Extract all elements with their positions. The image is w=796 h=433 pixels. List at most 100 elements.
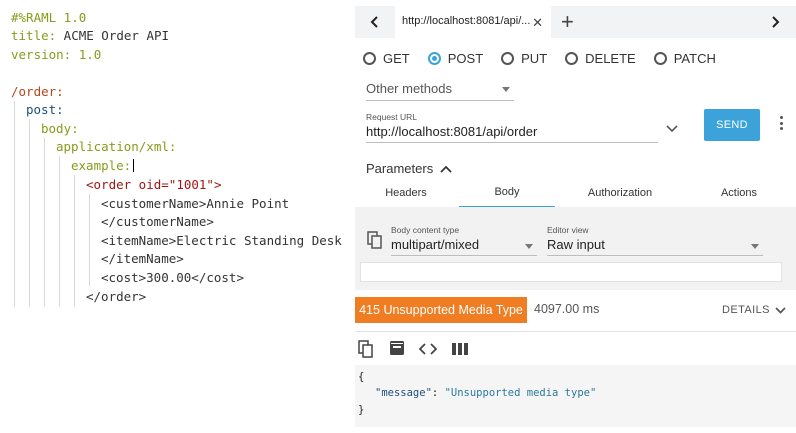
xml-tag: <order [86, 177, 132, 192]
save-icon[interactable] [389, 340, 405, 361]
xml-attr: oid= [131, 177, 169, 192]
method-label: GET [383, 50, 410, 66]
method-delete[interactable]: DELETE [565, 51, 636, 66]
forward-button[interactable] [757, 6, 793, 38]
resource-line: /order: [11, 84, 64, 99]
editor-view-label: Editor view [547, 225, 589, 235]
parameter-tabs: Headers Body Authorization Actions [355, 178, 796, 208]
chevron-up-icon [440, 165, 452, 173]
title-line: title: ACME Order API [11, 27, 169, 45]
radio-button [363, 51, 376, 65]
xml-line: </customerName> [101, 214, 214, 229]
tab-actions[interactable]: Actions [685, 178, 793, 208]
body-line: body: [41, 121, 79, 136]
title-value: ACME Order API [56, 28, 170, 43]
browser-tab[interactable]: http://localhost:8081/api/... ✕ [395, 6, 551, 38]
close-icon[interactable]: ✕ [532, 15, 543, 31]
details-toggle[interactable]: DETAILS [722, 304, 786, 316]
method-label: DELETE [585, 50, 636, 66]
body-editor-area: Body content type multipart/mixed Editor… [355, 207, 796, 290]
xml-line: <customerName>Annie Point [101, 196, 290, 211]
method-label: PUT [521, 50, 548, 66]
status-badge: 415 Unsupported Media Type [355, 297, 527, 323]
editor-view-select[interactable]: Raw input [547, 237, 763, 256]
method-get[interactable]: GET [363, 51, 410, 66]
raml-version-line: #%RAML 1.0 [11, 10, 87, 25]
columns-icon[interactable] [452, 342, 468, 360]
raw-body-input[interactable] [360, 262, 782, 282]
raml-editor[interactable]: #%RAML 1.0 title: ACME Order API version… [0, 0, 352, 433]
copy-icon[interactable] [358, 340, 374, 363]
text-cursor [133, 159, 135, 172]
chevron-down-icon[interactable] [666, 120, 678, 138]
code-icon[interactable] [418, 342, 438, 360]
more-options-icon[interactable] [780, 116, 786, 133]
indent-guide [89, 194, 90, 286]
dropdown-label: Other methods [366, 81, 452, 96]
indent-guide [59, 156, 60, 307]
tab-authorization[interactable]: Authorization [565, 178, 675, 208]
dropdown-arrow-icon [502, 87, 510, 92]
indent-guide [14, 101, 15, 307]
radio-button [565, 51, 579, 65]
method-label: POST [447, 50, 484, 66]
chevron-left-icon [370, 16, 378, 28]
xml-line: </order> [86, 289, 147, 304]
rest-client-panel: http://localhost:8081/api/... ✕ + GET PO… [355, 0, 796, 433]
select-value: Raw input [547, 237, 605, 252]
json-key: "message" [375, 387, 432, 399]
method-label: PATCH [673, 50, 716, 66]
method-post[interactable]: POST [427, 50, 484, 66]
response-time: 4097.00 ms [534, 302, 600, 316]
tab-headers[interactable]: Headers [355, 178, 457, 208]
radio-button [653, 51, 667, 65]
indent-guide [74, 175, 75, 307]
other-methods-dropdown[interactable]: Other methods [366, 81, 514, 101]
indent-guide [44, 138, 45, 307]
back-button[interactable] [357, 6, 393, 38]
post-line: post: [26, 102, 64, 117]
tab-title: http://localhost:8081/api/... [402, 15, 531, 27]
request-url-label: Request URL [366, 112, 418, 122]
json-value: "Unsupported media type" [444, 387, 597, 399]
details-label: DETAILS [722, 304, 770, 316]
chevron-right-icon [772, 16, 780, 28]
method-patch[interactable]: PATCH [653, 50, 716, 66]
example-key: example: [71, 158, 132, 173]
xml-attr-value: "1001"> [168, 177, 222, 192]
parameters-label: Parameters [366, 161, 434, 176]
body-content-type-label: Body content type [391, 225, 460, 235]
xml-line: <cost>300.00</cost> [101, 270, 244, 285]
chevron-down-icon [775, 306, 786, 314]
new-tab-button[interactable]: + [561, 9, 574, 35]
dropdown-arrow-icon [525, 244, 533, 249]
version-key: version: [11, 47, 72, 62]
xml-line: </itemName> [101, 251, 184, 266]
version-line: version: 1.0 [11, 46, 101, 64]
body-content-type-select[interactable]: multipart/mixed [391, 237, 537, 256]
media-type-line: application/xml: [56, 139, 177, 154]
send-button[interactable]: SEND [704, 109, 760, 141]
title-key: title: [11, 28, 57, 43]
example-line: example: [71, 157, 135, 175]
version-value: 1.0 [71, 47, 102, 62]
browser-tab-bar: http://localhost:8081/api/... ✕ + [355, 6, 796, 38]
method-put[interactable]: PUT [501, 51, 547, 66]
response-toolbar [355, 331, 796, 365]
xml-order-open-line: <order oid="1001"> [86, 176, 221, 194]
tab-body[interactable]: Body [459, 178, 555, 208]
radio-button-selected [427, 51, 441, 65]
json-close: } [358, 404, 365, 416]
method-selector: GET POST PUT DELETE PATCH [363, 48, 734, 68]
json-colon: : [431, 387, 445, 399]
dropdown-arrow-icon [751, 244, 759, 249]
response-body: { "message": "Unsupported media type" } [355, 365, 796, 427]
parameters-toggle[interactable]: Parameters [366, 161, 452, 176]
select-value: multipart/mixed [391, 237, 480, 252]
request-url-input[interactable]: http://localhost:8081/api/order [366, 124, 658, 143]
json-line: "message": "Unsupported media type" [375, 385, 596, 401]
copy-icon[interactable] [367, 231, 383, 254]
xml-line: <itemName>Electric Standing Desk [101, 233, 342, 248]
json-open: { [358, 371, 365, 383]
indent-guide [29, 119, 30, 307]
